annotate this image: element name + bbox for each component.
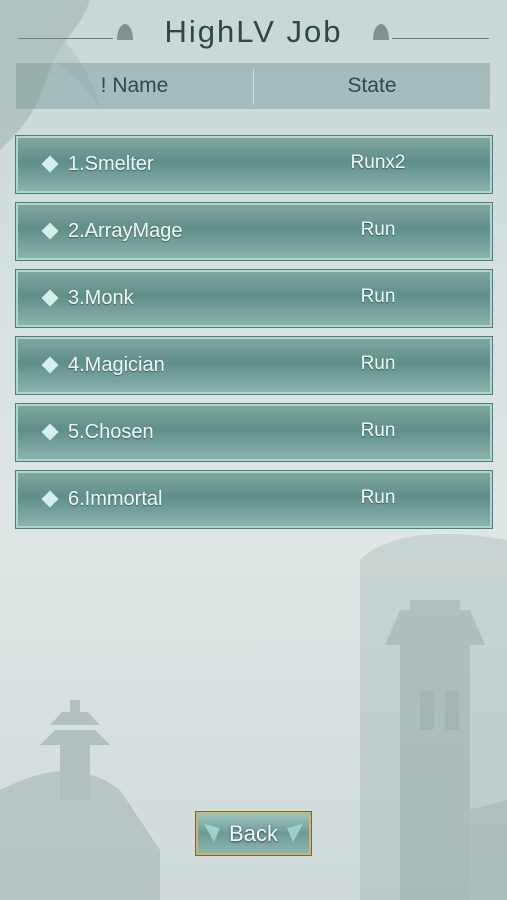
job-row-arraymage[interactable]: 2.ArrayMage Run (15, 202, 493, 261)
column-header: ! Name State (16, 63, 490, 109)
diamond-icon (41, 222, 59, 240)
job-name: 1.Smelter (68, 153, 154, 175)
back-button[interactable]: Back (195, 811, 312, 856)
job-name: 2.ArrayMage (68, 220, 183, 242)
job-name: 5.Chosen (68, 421, 154, 443)
job-row-immortal[interactable]: 6.Immortal Run (15, 470, 493, 529)
diamond-icon (41, 289, 59, 307)
job-state: Run (360, 487, 396, 508)
job-list: 1.Smelter Runx2 2.ArrayMage Run 3.Monk R… (15, 135, 493, 538)
job-name: 6.Immortal (68, 488, 163, 510)
job-row-smelter[interactable]: 1.Smelter Runx2 (15, 135, 493, 194)
job-row-magician[interactable]: 4.Magician Run (15, 336, 493, 395)
job-state: Run (360, 286, 396, 307)
job-row-chosen[interactable]: 5.Chosen Run (15, 403, 493, 462)
title-bar: HighLV Job (0, 8, 507, 58)
bell-ornament-icon (117, 24, 133, 40)
diamond-icon (41, 356, 59, 374)
bell-ornament-icon (373, 24, 389, 40)
diamond-icon (41, 155, 59, 173)
page-title: HighLV Job (164, 14, 343, 49)
column-header-name: ! Name (100, 74, 169, 97)
title-divider-left (18, 38, 113, 39)
diamond-icon (41, 490, 59, 508)
gem-icon (287, 824, 303, 842)
title-divider-right (392, 38, 489, 39)
job-state: Run (360, 219, 396, 240)
diamond-icon (41, 423, 59, 441)
job-row-monk[interactable]: 3.Monk Run (15, 269, 493, 328)
job-state: Runx2 (350, 152, 406, 173)
job-name: 4.Magician (68, 354, 165, 376)
job-state: Run (360, 420, 396, 441)
job-state: Run (360, 353, 396, 374)
job-name: 3.Monk (68, 287, 134, 309)
column-header-state: State (347, 74, 397, 97)
